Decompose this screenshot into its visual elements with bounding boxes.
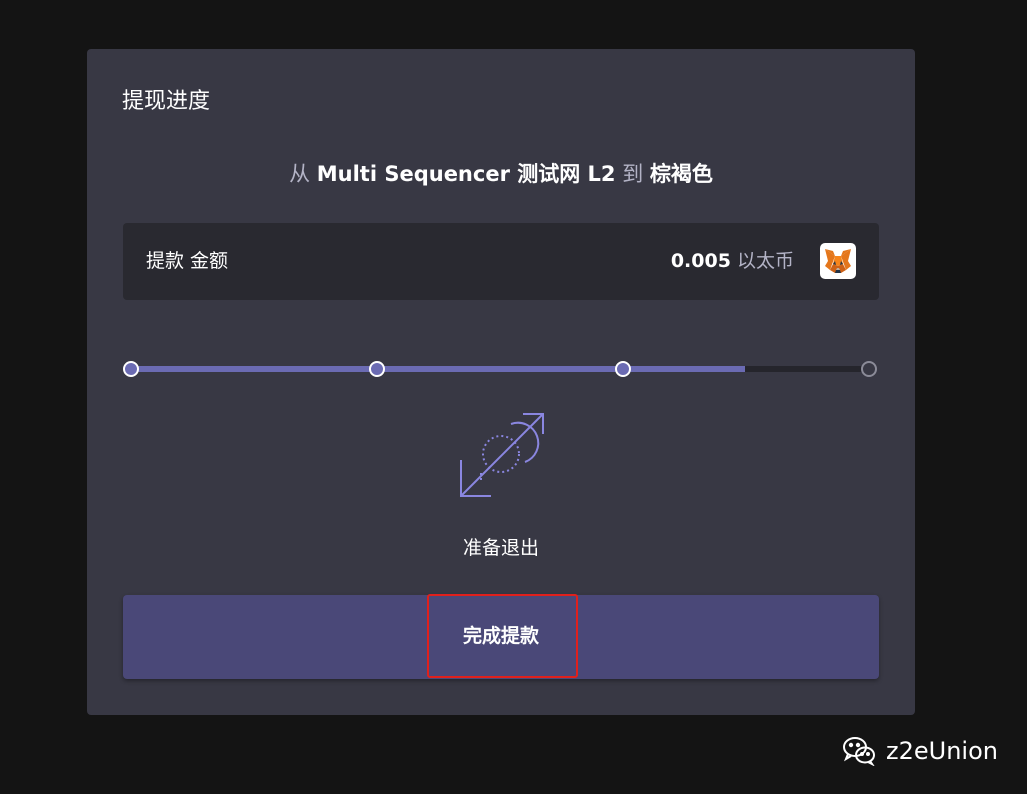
status-text: 准备退出 — [462, 537, 539, 559]
withdrawal-progress-bar — [123, 361, 879, 377]
withdrawal-progress-card: 提现进度 从 Multi Sequencer 测试网 L2 到 棕褐色 提款 金… — [87, 49, 915, 715]
amount-display: 0.005 以太币 — [671, 246, 794, 276]
route-line: 从 Multi Sequencer 测试网 L2 到 棕褐色 — [87, 159, 915, 189]
amount-label: 提款 金额 — [146, 250, 229, 272]
metamask-fox-icon[interactable] — [820, 243, 856, 279]
watermark: z2eUnion — [842, 733, 998, 769]
amount-unit: 以太币 — [736, 250, 794, 272]
route-to-prefix: 到 — [622, 162, 644, 186]
complete-withdrawal-button[interactable]: 完成提款 — [123, 595, 879, 679]
progress-step-2 — [369, 361, 385, 377]
progress-fill — [131, 366, 745, 372]
amount-value: 0.005 — [670, 250, 731, 272]
progress-step-3 — [615, 361, 631, 377]
bridge-exit-icon — [457, 410, 545, 498]
withdrawal-amount-panel: 提款 金额 0.005 以太币 — [123, 223, 879, 300]
wechat-icon — [842, 736, 876, 766]
progress-step-4 — [861, 361, 877, 377]
progress-step-1 — [123, 361, 139, 377]
route-from-network: Multi Sequencer 测试网 L2 — [316, 162, 616, 186]
watermark-text: z2eUnion — [886, 737, 998, 765]
route-to-network: 棕褐色 — [649, 162, 713, 186]
complete-withdrawal-label: 完成提款 — [462, 626, 539, 647]
route-from-prefix: 从 — [289, 162, 311, 186]
card-title: 提现进度 — [122, 89, 211, 114]
